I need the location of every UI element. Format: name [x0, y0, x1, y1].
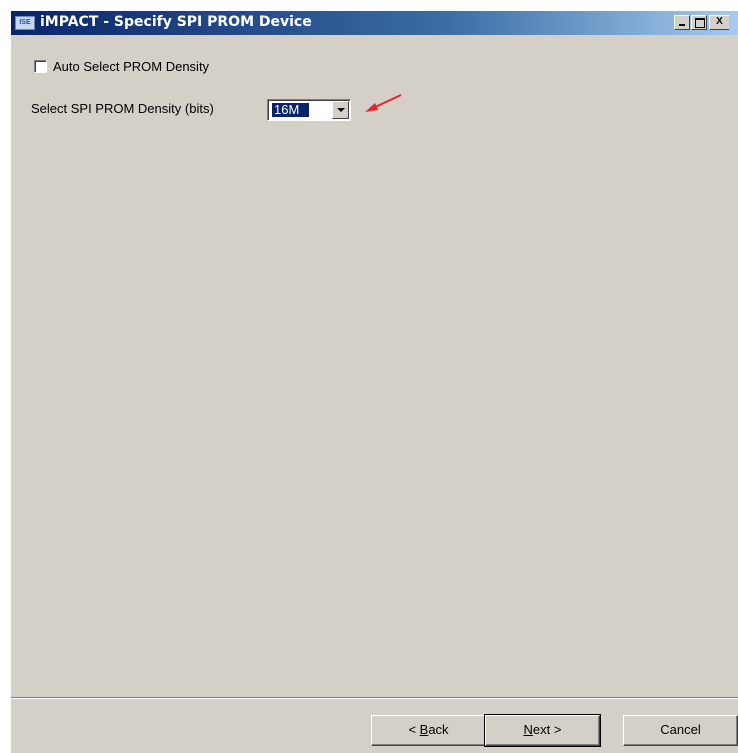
back-button[interactable]: < Back [371, 715, 486, 746]
ise-app-icon: ISE [15, 16, 35, 30]
title-bar[interactable]: ISE iMPACT - Specify SPI PROM Device X [11, 11, 738, 35]
density-dropdown-button[interactable] [332, 101, 349, 119]
footer-separator [11, 697, 738, 699]
back-prefix: < [408, 722, 420, 737]
close-icon: X [716, 16, 723, 27]
minimize-button[interactable] [674, 15, 690, 30]
back-rest: ack [428, 722, 449, 737]
minimize-icon [679, 24, 685, 26]
next-button[interactable]: Next > [484, 714, 601, 747]
cancel-button[interactable]: Cancel [623, 715, 738, 746]
auto-select-checkbox[interactable] [34, 60, 47, 73]
auto-select-row[interactable]: Auto Select PROM Density [34, 59, 209, 74]
density-label: Select SPI PROM Density (bits) [31, 101, 214, 116]
next-rest: ext > [532, 722, 562, 737]
wizard-window: ISE iMPACT - Specify SPI PROM Device X A… [10, 10, 738, 753]
density-selected-value: 16M [270, 102, 311, 118]
window-title: iMPACT - Specify SPI PROM Device [40, 14, 312, 30]
maximize-button[interactable] [691, 15, 707, 30]
close-button[interactable]: X [709, 15, 729, 30]
chevron-down-icon [337, 108, 345, 112]
density-select[interactable]: 16M [267, 99, 351, 121]
red-arrow-annotation [365, 94, 402, 112]
auto-select-label: Auto Select PROM Density [53, 59, 210, 74]
next-accel: N [523, 722, 533, 737]
maximize-icon [695, 18, 705, 28]
